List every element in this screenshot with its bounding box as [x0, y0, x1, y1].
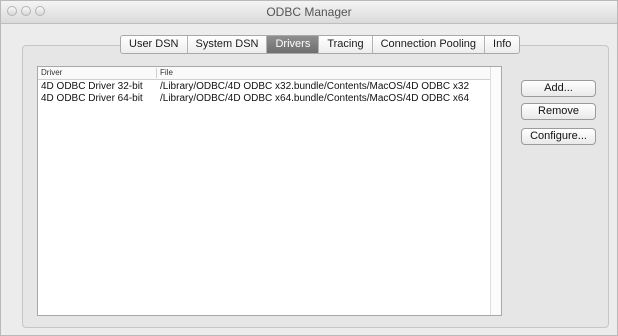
drivers-table[interactable]: Driver File 4D ODBC Driver 32-bit /Libra… — [37, 66, 502, 316]
configure-button[interactable]: Configure... — [521, 128, 596, 145]
driver-name-cell: 4D ODBC Driver 64-bit — [41, 93, 143, 104]
tab-tracing[interactable]: Tracing — [319, 36, 373, 53]
tab-bar: User DSN System DSN Drivers Tracing Conn… — [120, 35, 521, 54]
column-header-file[interactable]: File — [160, 67, 173, 79]
odbc-manager-window: ODBC Manager User DSN System DSN Drivers… — [0, 0, 618, 336]
remove-button[interactable]: Remove — [521, 103, 596, 120]
table-row[interactable]: 4D ODBC Driver 32-bit /Library/ODBC/4D O… — [38, 81, 490, 93]
driver-file-cell: /Library/ODBC/4D ODBC x32.bundle/Content… — [160, 81, 470, 92]
table-header: Driver File — [38, 67, 501, 80]
tab-drivers[interactable]: Drivers — [267, 36, 320, 53]
add-button[interactable]: Add... — [521, 80, 596, 97]
tab-info[interactable]: Info — [485, 36, 519, 53]
tab-user-dsn[interactable]: User DSN — [121, 36, 188, 53]
column-divider — [156, 68, 157, 78]
tab-system-dsn[interactable]: System DSN — [188, 36, 268, 53]
table-row[interactable]: 4D ODBC Driver 64-bit /Library/ODBC/4D O… — [38, 93, 490, 105]
column-header-driver[interactable]: Driver — [41, 67, 62, 79]
driver-name-cell: 4D ODBC Driver 32-bit — [41, 81, 143, 92]
tab-connection-pooling[interactable]: Connection Pooling — [373, 36, 486, 53]
driver-file-cell: /Library/ODBC/4D ODBC x64.bundle/Content… — [160, 93, 470, 104]
table-scrollbar[interactable] — [490, 67, 501, 315]
title-bar[interactable]: ODBC Manager — [1, 1, 617, 24]
window-title: ODBC Manager — [266, 5, 352, 19]
